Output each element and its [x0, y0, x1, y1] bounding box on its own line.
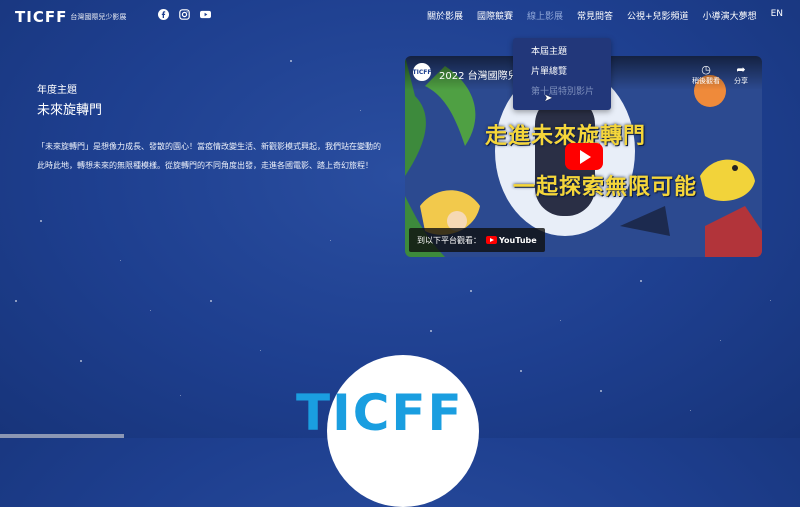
dropdown-item-theme[interactable]: 本屆主題	[513, 42, 611, 62]
video-headline-2: 一起探索無限可能	[513, 175, 698, 200]
dropdown-item-special-films[interactable]: 第十屆特別影片	[513, 82, 611, 102]
youtube-logo: YouTube	[486, 236, 537, 245]
theme-title: 未來旋轉門	[37, 103, 103, 118]
dropdown-item-film-list[interactable]: 片單總覽	[513, 62, 611, 82]
instagram-icon[interactable]	[179, 9, 190, 20]
play-button[interactable]	[565, 143, 603, 170]
nav-item-young-director[interactable]: 小導演大夢想	[696, 9, 764, 22]
mouse-cursor: ➤	[544, 93, 553, 104]
facebook-icon[interactable]	[158, 9, 169, 20]
social-links	[158, 9, 211, 20]
nav-item-about[interactable]: 關於影展	[420, 9, 470, 22]
theme-description: 「未來旋轉門」是想像力成長、發散的園心！當疫情改變生活、新觀影模式興起，我們站在…	[37, 142, 381, 170]
logo-wordmark: TICFF	[15, 8, 68, 26]
nav-item-pts-channel[interactable]: 公視+兒影頻道	[620, 9, 696, 22]
watch-on-label: 到以下平台觀看：	[417, 235, 481, 245]
watch-on-youtube-button[interactable]: 到以下平台觀看： YouTube	[409, 228, 545, 252]
logo-subtext: 台灣國際兒少影展	[70, 13, 127, 21]
nav-item-competition[interactable]: 國際競賽	[470, 9, 520, 22]
watch-later-label: 稍後觀看	[692, 77, 720, 85]
main-nav: 關於影展 國際競賽 線上影展 常見問答 公視+兒影頻道 小導演大夢想 EN	[420, 9, 790, 22]
nav-item-faq[interactable]: 常見問答	[570, 9, 620, 22]
site-header: TICFF 台灣國際兒少影展 關於影展 國際競賽 線上影展 常見問答 公視+兒影…	[0, 0, 800, 34]
online-festival-dropdown: 本屆主題 片單總覽 第十屆特別影片	[513, 38, 611, 110]
share-icon: ➦	[736, 63, 746, 76]
share-button[interactable]: ➦ 分享	[734, 64, 748, 86]
youtube-icon[interactable]	[200, 9, 211, 20]
bottom-logo-wordmark: TICFF	[296, 384, 464, 442]
site-logo[interactable]: TICFF 台灣國際兒少影展	[15, 8, 126, 26]
video-actions: ◷ 稍後觀看 ➦ 分享	[692, 64, 748, 86]
youtube-logo-text: YouTube	[499, 235, 537, 245]
horizontal-scrollbar[interactable]	[0, 434, 124, 438]
nav-item-online-festival[interactable]: 線上影展	[520, 9, 570, 22]
youtube-play-icon	[486, 236, 497, 244]
channel-avatar[interactable]: TICFF	[413, 63, 431, 81]
clock-icon: ◷	[701, 63, 711, 76]
share-label: 分享	[734, 77, 748, 85]
watch-later-button[interactable]: ◷ 稍後觀看	[692, 64, 720, 86]
nav-item-english[interactable]: EN	[764, 9, 790, 22]
section-label: 年度主題	[37, 85, 77, 96]
